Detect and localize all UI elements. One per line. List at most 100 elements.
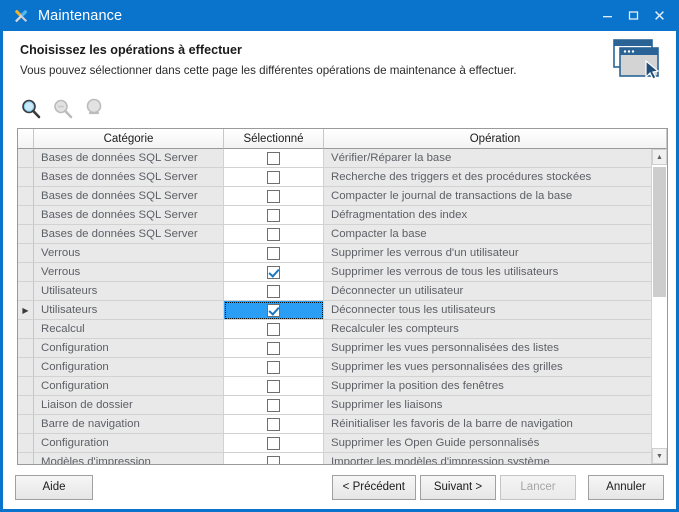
cell-categorie[interactable]: Barre de navigation (34, 415, 224, 434)
cell-operation[interactable]: Recherche des triggers et des procédures… (324, 168, 651, 187)
table-row[interactable]: Verrous Supprimer les verrous de tous les… (18, 263, 651, 282)
cell-selectionne[interactable] (224, 415, 324, 434)
cell-categorie[interactable]: Liaison de dossier (34, 396, 224, 415)
operations-grid[interactable]: Catégorie Sélectionné Opération Bases de… (17, 128, 668, 465)
cell-categorie[interactable]: Recalcul (34, 320, 224, 339)
cancel-button[interactable]: Annuler (588, 474, 664, 500)
selection-checkbox[interactable] (267, 189, 280, 203)
table-row[interactable]: Recalcul Recalculer les compteurs (18, 320, 651, 339)
cell-operation[interactable]: Importer les modèles d'impression systèm… (324, 453, 651, 464)
cell-operation[interactable]: Déconnecter un utilisateur (324, 282, 651, 301)
selection-checkbox[interactable] (267, 265, 280, 279)
cell-categorie[interactable]: Modèles d'impression (34, 453, 224, 464)
cell-categorie[interactable]: Bases de données SQL Server (34, 168, 224, 187)
table-row[interactable]: Configuration Supprimer les Open Guide pe… (18, 434, 651, 453)
cell-operation[interactable]: Supprimer les vues personnalisées des li… (324, 339, 651, 358)
cell-operation[interactable]: Supprimer les verrous d'un utilisateur (324, 244, 651, 263)
cell-selectionne[interactable] (224, 339, 324, 358)
cell-categorie[interactable]: Verrous (34, 244, 224, 263)
selection-checkbox[interactable] (267, 170, 280, 184)
selection-checkbox[interactable] (267, 379, 280, 393)
table-row[interactable]: Bases de données SQL Server Défragmentati… (18, 206, 651, 225)
selection-checkbox[interactable] (267, 227, 280, 241)
table-row[interactable]: Modèles d'impression Importer les modèles… (18, 453, 651, 464)
cell-operation[interactable]: Supprimer les verrous de tous les utilis… (324, 263, 651, 282)
cell-selectionne[interactable] (224, 301, 324, 320)
cell-categorie[interactable]: Verrous (34, 263, 224, 282)
previous-button[interactable]: < Précédent (331, 474, 416, 500)
cell-selectionne[interactable] (224, 187, 324, 206)
selection-checkbox[interactable] (267, 303, 280, 317)
cell-selectionne[interactable] (224, 225, 324, 244)
selection-checkbox[interactable] (267, 246, 280, 260)
table-row[interactable]: Bases de données SQL Server Vérifier/Répa… (18, 149, 651, 168)
table-row[interactable]: ▶ Utilisateurs Déconnecter tous les utilis… (18, 301, 651, 320)
cell-categorie[interactable]: Utilisateurs (34, 282, 224, 301)
selection-checkbox[interactable] (267, 360, 280, 374)
grid-header-categorie[interactable]: Catégorie (34, 129, 224, 149)
search-icon[interactable] (19, 97, 43, 121)
cell-selectionne[interactable] (224, 282, 324, 301)
table-row[interactable]: Bases de données SQL Server Compacter le … (18, 187, 651, 206)
close-button[interactable] (646, 3, 672, 29)
table-row[interactable]: Verrous Supprimer les verrous d'un utilis… (18, 244, 651, 263)
cell-operation[interactable]: Réinitialiser les favoris de la barre de… (324, 415, 651, 434)
grid-header-operation[interactable]: Opération (324, 129, 667, 149)
cell-categorie[interactable]: Bases de données SQL Server (34, 206, 224, 225)
cell-categorie[interactable]: Configuration (34, 377, 224, 396)
next-button[interactable]: Suivant > (420, 474, 496, 500)
cell-categorie[interactable]: Configuration (34, 358, 224, 377)
scroll-up-button[interactable]: ▲ (652, 149, 667, 165)
cell-operation[interactable]: Supprimer les Open Guide personnalisés (324, 434, 651, 453)
cell-categorie[interactable]: Bases de données SQL Server (34, 149, 224, 168)
cell-operation[interactable]: Déconnecter tous les utilisateurs (324, 301, 651, 320)
cell-selectionne[interactable] (224, 206, 324, 225)
cell-operation[interactable]: Supprimer les liaisons (324, 396, 651, 415)
minimize-button[interactable] (594, 3, 620, 29)
cell-categorie[interactable]: Bases de données SQL Server (34, 187, 224, 206)
selection-checkbox[interactable] (267, 322, 280, 336)
cell-categorie[interactable]: Bases de données SQL Server (34, 225, 224, 244)
selection-checkbox[interactable] (267, 208, 280, 222)
selection-checkbox[interactable] (267, 417, 280, 431)
cell-operation[interactable]: Compacter le journal de transactions de … (324, 187, 651, 206)
scrollbar-thumb[interactable] (653, 167, 666, 297)
selection-checkbox[interactable] (267, 436, 280, 450)
cell-operation[interactable]: Vérifier/Réparer la base (324, 149, 651, 168)
help-button[interactable]: Aide (15, 474, 93, 500)
table-row[interactable]: Configuration Supprimer les vues personna… (18, 358, 651, 377)
selection-checkbox[interactable] (267, 341, 280, 355)
cell-selectionne[interactable] (224, 320, 324, 339)
table-row[interactable]: Configuration Supprimer la position des f… (18, 377, 651, 396)
maximize-button[interactable] (620, 3, 646, 29)
table-row[interactable]: Barre de navigation Réinitialiser les fav… (18, 415, 651, 434)
selection-checkbox[interactable] (267, 151, 280, 165)
cell-selectionne[interactable] (224, 149, 324, 168)
cell-selectionne[interactable] (224, 453, 324, 464)
scrollbar-track[interactable] (652, 165, 667, 448)
cell-selectionne[interactable] (224, 377, 324, 396)
cell-operation[interactable]: Recalculer les compteurs (324, 320, 651, 339)
selection-checkbox[interactable] (267, 284, 280, 298)
cell-operation[interactable]: Supprimer la position des fenêtres (324, 377, 651, 396)
scroll-down-button[interactable]: ▼ (652, 448, 667, 464)
selection-checkbox[interactable] (267, 398, 280, 412)
cell-categorie[interactable]: Configuration (34, 434, 224, 453)
grid-header-selectionne[interactable]: Sélectionné (224, 129, 324, 149)
cell-selectionne[interactable] (224, 244, 324, 263)
table-row[interactable]: Bases de données SQL Server Recherche des… (18, 168, 651, 187)
cell-selectionne[interactable] (224, 358, 324, 377)
table-row[interactable]: Liaison de dossier Supprimer les liaisons (18, 396, 651, 415)
table-row[interactable]: Bases de données SQL Server Compacter la … (18, 225, 651, 244)
cell-categorie[interactable]: Utilisateurs (34, 301, 224, 320)
table-row[interactable]: Utilisateurs Déconnecter un utilisateur (18, 282, 651, 301)
cell-categorie[interactable]: Configuration (34, 339, 224, 358)
cell-selectionne[interactable] (224, 396, 324, 415)
cell-operation[interactable]: Défragmentation des index (324, 206, 651, 225)
cell-selectionne[interactable] (224, 434, 324, 453)
cell-selectionne[interactable] (224, 263, 324, 282)
grid-vertical-scrollbar[interactable]: ▲ ▼ (651, 149, 667, 464)
selection-checkbox[interactable] (267, 455, 280, 464)
table-row[interactable]: Configuration Supprimer les vues personna… (18, 339, 651, 358)
cell-selectionne[interactable] (224, 168, 324, 187)
